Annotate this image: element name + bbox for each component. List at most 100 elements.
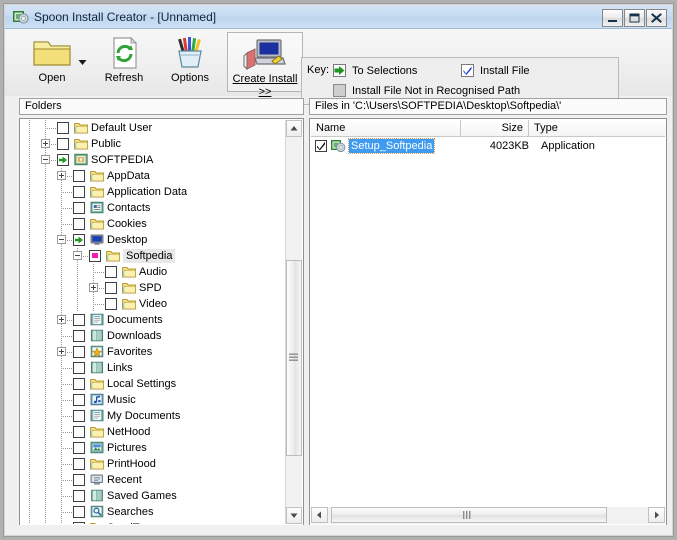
tree-checkbox[interactable] — [57, 122, 69, 134]
key-label: Key: — [307, 64, 330, 76]
tree-item[interactable]: My Documents — [21, 408, 285, 424]
tree-item[interactable]: SendTo — [21, 520, 285, 524]
scroll-down-button[interactable] — [286, 507, 302, 524]
tree-item[interactable]: Desktop — [21, 232, 285, 248]
file-name[interactable]: Setup_Softpedia — [347, 138, 436, 154]
folder-tree-vscrollbar[interactable] — [285, 120, 302, 524]
tree-item[interactable]: Links — [21, 360, 285, 376]
tree-checkbox[interactable] — [73, 458, 85, 470]
collapse-icon[interactable] — [73, 251, 82, 260]
tree-item[interactable]: Saved Games — [21, 488, 285, 504]
tree-item-label: Softpedia — [123, 249, 176, 263]
tree-item[interactable]: Default User — [21, 120, 285, 136]
tree-checkbox[interactable] — [73, 186, 85, 198]
close-button[interactable] — [646, 9, 667, 27]
minimize-button[interactable] — [602, 9, 623, 27]
collapse-icon[interactable] — [41, 155, 50, 164]
tree-checkbox[interactable] — [73, 378, 85, 390]
title-bar: Spoon Install Creator - [Unnamed] — [5, 5, 672, 29]
tree-item[interactable]: Music — [21, 392, 285, 408]
downloads-icon — [90, 329, 104, 342]
expand-icon[interactable] — [57, 347, 66, 356]
chevron-down-icon[interactable] — [78, 57, 87, 65]
tree-checkbox[interactable] — [73, 474, 85, 486]
column-header-size[interactable]: Size — [461, 120, 529, 136]
hscroll-thumb[interactable] — [331, 507, 607, 523]
green-arrow-checkbox[interactable] — [73, 234, 85, 246]
tree-item[interactable]: Favorites — [21, 344, 285, 360]
scroll-right-button[interactable] — [648, 507, 665, 523]
tree-guide-line — [45, 344, 46, 360]
tree-checkbox[interactable] — [73, 442, 85, 454]
tree-checkbox[interactable] — [105, 298, 117, 310]
tree-item-label: Cookies — [107, 218, 147, 230]
tree-checkbox[interactable] — [105, 282, 117, 294]
tree-guide-line — [29, 200, 30, 216]
tree-item[interactable]: Softpedia — [21, 248, 285, 264]
tree-checkbox[interactable] — [73, 522, 85, 524]
expand-icon[interactable] — [57, 171, 66, 180]
tree-guide-line — [61, 520, 62, 524]
tree-checkbox[interactable] — [73, 410, 85, 422]
tree-checkbox[interactable] — [73, 170, 85, 182]
tree-item[interactable]: AppData — [21, 168, 285, 184]
collapse-icon[interactable] — [57, 235, 66, 244]
tree-checkbox[interactable] — [105, 266, 117, 278]
tree-guide-line — [29, 232, 30, 248]
file-list-row[interactable]: Setup_Softpedia 4023KB Application — [311, 138, 665, 154]
magenta-marker-checkbox[interactable] — [89, 250, 101, 262]
tree-item[interactable]: Application Data — [21, 184, 285, 200]
column-header-name[interactable]: Name — [311, 120, 461, 136]
folders-panel-body: Default User Public SOFTPEDIA AppData Applic… — [19, 118, 304, 526]
tree-item[interactable]: Pictures — [21, 440, 285, 456]
expand-icon[interactable] — [41, 139, 50, 148]
maximize-button[interactable] — [624, 9, 645, 27]
tree-checkbox[interactable] — [73, 314, 85, 326]
tree-checkbox[interactable] — [73, 426, 85, 438]
refresh-button[interactable]: Refresh — [93, 32, 155, 92]
tree-guide-line — [45, 232, 46, 248]
tree-item[interactable]: SOFTPEDIA — [21, 152, 285, 168]
tree-checkbox[interactable] — [73, 202, 85, 214]
tree-checkbox[interactable] — [73, 394, 85, 406]
folder-icon — [90, 217, 104, 230]
tree-item[interactable]: Recent — [21, 472, 285, 488]
folder-tree[interactable]: Default User Public SOFTPEDIA AppData Applic… — [21, 120, 285, 524]
tree-checkbox[interactable] — [73, 490, 85, 502]
tree-item[interactable]: Downloads — [21, 328, 285, 344]
create-install-button[interactable]: Create Install >> — [227, 32, 303, 98]
green-arrow-checkbox[interactable] — [57, 154, 69, 166]
tree-checkbox[interactable] — [73, 346, 85, 358]
tree-guide-line — [29, 328, 30, 344]
tree-checkbox[interactable] — [73, 362, 85, 374]
searches-icon — [90, 505, 104, 518]
tree-item[interactable]: Cookies — [21, 216, 285, 232]
column-header-type[interactable]: Type — [529, 120, 666, 136]
tree-guide-line — [45, 128, 57, 129]
tree-item[interactable]: Public — [21, 136, 285, 152]
options-button[interactable]: Options — [157, 32, 223, 92]
expand-icon[interactable] — [57, 315, 66, 324]
tree-checkbox[interactable] — [73, 218, 85, 230]
tree-item[interactable]: Local Settings — [21, 376, 285, 392]
tree-checkbox[interactable] — [57, 138, 69, 150]
tree-item[interactable]: Searches — [21, 504, 285, 520]
scroll-up-button[interactable] — [286, 120, 302, 137]
tree-item[interactable]: PrintHood — [21, 456, 285, 472]
scroll-left-button[interactable] — [311, 507, 328, 523]
tree-item[interactable]: SPD — [21, 280, 285, 296]
expand-icon[interactable] — [89, 283, 98, 292]
tree-item[interactable]: NetHood — [21, 424, 285, 440]
tree-item[interactable]: Audio — [21, 264, 285, 280]
scroll-thumb[interactable] — [286, 260, 302, 456]
tree-guide-line — [45, 216, 46, 232]
tree-checkbox[interactable] — [73, 506, 85, 518]
file-list-hscrollbar[interactable] — [311, 507, 665, 524]
folder-icon — [74, 137, 88, 150]
tree-item[interactable]: Documents — [21, 312, 285, 328]
tree-item[interactable]: Video — [21, 296, 285, 312]
tree-item[interactable]: Contacts — [21, 200, 285, 216]
file-row-checkbox[interactable] — [315, 140, 327, 152]
open-button[interactable]: Open — [17, 32, 87, 92]
tree-checkbox[interactable] — [73, 330, 85, 342]
